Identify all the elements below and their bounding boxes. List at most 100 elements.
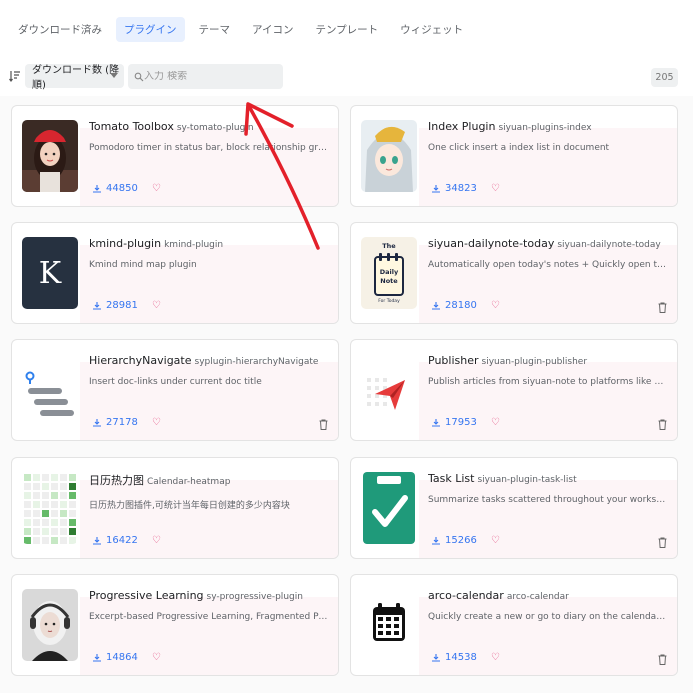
plugin-card-task-list[interactable]: Task List siyuan-plugin-task-list Summari… <box>350 457 678 559</box>
plugin-title-line: Publisher siyuan-plugin-publisher <box>428 354 667 367</box>
plugin-title-line: 日历热力图 Calendar-heatmap <box>89 472 328 488</box>
plugin-description: Quickly create a new or go to diary on t… <box>428 612 667 622</box>
girl-red-hat-avatar <box>22 120 78 192</box>
heart-icon[interactable]: ♡ <box>491 417 500 428</box>
plugin-package: kmind-plugin <box>164 240 224 250</box>
plugin-package: siyuan-dailynote-today <box>557 240 661 250</box>
plugin-title-line: Progressive Learning sy-progressive-plugi… <box>89 589 328 602</box>
daily-note-icon: The Daily Note For Today <box>361 237 417 309</box>
calendar-icon <box>361 589 417 661</box>
plugin-title-line: siyuan-dailynote-today siyuan-dailynote-t… <box>428 237 667 250</box>
trash-icon[interactable] <box>658 654 667 665</box>
plugin-package: siyuan-plugins-index <box>498 123 592 133</box>
download-count: 34823 <box>445 183 477 194</box>
plugin-card-tomato-toolbox[interactable]: Tomato Toolbox sy-tomato-plugin Pomodoro … <box>11 105 339 207</box>
plugin-title: Task List <box>428 472 475 485</box>
download-count: 28180 <box>445 300 477 311</box>
plugin-package: sy-progressive-plugin <box>206 592 303 602</box>
plugin-title: Index Plugin <box>428 120 496 133</box>
download-count: 14538 <box>445 652 477 663</box>
download-icon <box>432 653 440 662</box>
tab-icons[interactable]: アイコン <box>244 17 301 42</box>
download-count: 14864 <box>106 652 138 663</box>
plugin-package: syplugin-hierarchyNavigate <box>194 357 319 367</box>
heart-icon[interactable]: ♡ <box>152 417 161 428</box>
search-input[interactable] <box>144 71 274 82</box>
plugin-title-line: Tomato Toolbox sy-tomato-plugin <box>89 120 328 133</box>
heart-icon[interactable]: ♡ <box>491 652 500 663</box>
tab-templates[interactable]: テンプレート <box>307 17 386 42</box>
heart-icon[interactable]: ♡ <box>491 535 500 546</box>
plugin-description: Kmind mind map plugin <box>89 260 197 270</box>
plugin-card-calendar-heatmap[interactable]: 日历热力图 Calendar-heatmap 日历热力图插件,可统计当年每日创建的… <box>11 457 339 559</box>
plugin-package: siyuan-plugin-publisher <box>481 357 588 367</box>
plugin-description: Insert doc-links under current doc title <box>89 377 262 387</box>
tab-plugins[interactable]: プラグイン <box>116 16 185 42</box>
girl-headphones-avatar <box>22 589 78 661</box>
download-icon <box>93 184 101 193</box>
download-count: 28981 <box>106 300 138 311</box>
plugin-title-line: Index Plugin siyuan-plugins-index <box>428 120 667 133</box>
download-icon <box>93 301 101 310</box>
trash-icon[interactable] <box>319 419 328 430</box>
anime-girl-avatar <box>361 120 417 192</box>
plugin-card-kmind[interactable]: K kmind-plugin kmind-plugin Kmind mind ma… <box>11 222 339 324</box>
plugin-card-publisher[interactable]: Publisher siyuan-plugin-publisher Publish… <box>350 339 678 441</box>
heart-icon[interactable]: ♡ <box>152 300 161 311</box>
hierarchy-icon <box>22 354 78 426</box>
plugin-description: Excerpt-based Progressive Learning, Frag… <box>89 612 328 622</box>
search-icon <box>134 72 144 81</box>
letter-k-glyph: K <box>38 255 62 291</box>
trash-icon[interactable] <box>658 537 667 548</box>
paper-plane-icon <box>361 354 417 426</box>
heart-icon[interactable]: ♡ <box>152 183 161 194</box>
daily-note-text-mid2: Note <box>380 277 398 285</box>
plugin-description: 日历热力图插件,可统计当年每日创建的多少内容块 <box>89 501 290 511</box>
plugin-package: siyuan-plugin-task-list <box>477 475 577 485</box>
plugin-title: Progressive Learning <box>89 589 204 602</box>
download-count: 15266 <box>445 535 477 546</box>
download-count: 16422 <box>106 535 138 546</box>
download-icon <box>432 536 440 545</box>
search-box[interactable] <box>128 64 283 89</box>
heart-icon[interactable]: ♡ <box>491 183 500 194</box>
download-icon <box>432 301 440 310</box>
plugin-title: 日历热力图 <box>89 474 144 487</box>
heart-icon[interactable]: ♡ <box>491 300 500 311</box>
download-icon <box>432 418 440 427</box>
plugin-title-line: HierarchyNavigate syplugin-hierarchyNavig… <box>89 354 328 367</box>
total-count-badge: 205 <box>651 68 678 87</box>
sort-icon <box>9 71 20 82</box>
plugin-description: One click insert a index list in documen… <box>428 143 610 153</box>
plugin-card-hierarchy-navigate[interactable]: HierarchyNavigate syplugin-hierarchyNavig… <box>11 339 339 441</box>
trash-icon[interactable] <box>658 302 667 313</box>
plugin-package: arco-calendar <box>506 592 569 602</box>
download-icon <box>93 653 101 662</box>
letter-k-icon: K <box>22 237 78 309</box>
heart-icon[interactable]: ♡ <box>152 535 161 546</box>
download-icon <box>93 418 101 427</box>
plugin-package: sy-tomato-plugin <box>176 123 254 133</box>
sort-select[interactable]: ダウンロード数 (降順) <box>25 64 124 91</box>
plugin-title: Tomato Toolbox <box>89 120 174 133</box>
tab-themes[interactable]: テーマ <box>191 17 239 42</box>
plugin-card-progressive-learning[interactable]: Progressive Learning sy-progressive-plugi… <box>11 574 339 676</box>
download-count: 17953 <box>445 417 477 428</box>
tab-downloaded[interactable]: ダウンロード済み <box>10 17 110 42</box>
plugin-card-dailynote[interactable]: The Daily Note For Today siyuan-dailynot… <box>350 222 678 324</box>
plugin-description: Automatically open today's notes + Quick… <box>428 260 667 270</box>
heatmap-icon <box>22 472 78 544</box>
plugin-title: arco-calendar <box>428 589 504 602</box>
plugin-card-index-plugin[interactable]: Index Plugin siyuan-plugins-index One cli… <box>350 105 678 207</box>
plugin-description: Publish articles from siyuan-note to pla… <box>428 377 667 387</box>
heart-icon[interactable]: ♡ <box>152 652 161 663</box>
plugin-title-line: Task List siyuan-plugin-task-list <box>428 472 667 485</box>
plugin-card-arco-calendar[interactable]: arco-calendar arco-calendar Quickly creat… <box>350 574 678 676</box>
tab-widgets[interactable]: ウィジェット <box>392 17 471 42</box>
trash-icon[interactable] <box>658 419 667 430</box>
category-tabs: ダウンロード済み プラグイン テーマ アイコン テンプレート ウィジェット <box>0 14 477 44</box>
download-icon <box>93 536 101 545</box>
plugin-description: Pomodoro timer in status bar, block rela… <box>89 143 328 153</box>
clipboard-check-icon <box>361 472 417 544</box>
download-icon <box>432 184 440 193</box>
